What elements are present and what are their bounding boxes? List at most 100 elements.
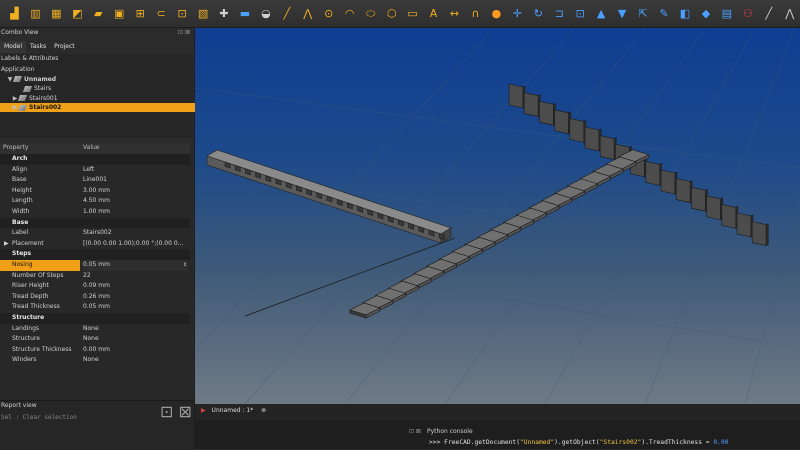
equipment-icon[interactable]: ▧	[198, 7, 209, 21]
trim-icon[interactable]: ⊡	[575, 7, 586, 21]
rebar-icon[interactable]: ▰	[93, 7, 104, 21]
layer-icon[interactable]: ◆	[700, 7, 711, 21]
property-value[interactable]: 22	[83, 271, 188, 282]
polygon-icon[interactable]: ⬡	[386, 7, 397, 21]
upgrade-icon[interactable]: ▲	[596, 7, 607, 21]
property-value[interactable]: 0.09 mm	[83, 281, 188, 292]
stairs-model[interactable]	[206, 149, 452, 244]
tree-item[interactable]: Application	[0, 65, 194, 74]
stairs-icon[interactable]: ◩	[72, 7, 83, 21]
stairs001-model[interactable]	[508, 83, 769, 247]
property-row[interactable]: Landings None	[0, 324, 190, 335]
arc-icon[interactable]: ◠	[344, 7, 355, 21]
circle-icon[interactable]: ⊙	[323, 7, 334, 21]
property-row[interactable]: Length 4.50 mm	[0, 196, 190, 207]
point-icon[interactable]: ●	[491, 7, 502, 21]
pipe-icon[interactable]: ⊂	[156, 7, 167, 21]
move-icon[interactable]: ✛	[512, 7, 523, 21]
bspline-icon[interactable]: ∩	[470, 7, 481, 21]
rectangle-icon[interactable]: ▭	[407, 7, 418, 21]
property-row[interactable]: Align Left	[0, 165, 190, 176]
structure-icon[interactable]: ▥	[30, 7, 41, 21]
property-row[interactable]: Riser Height 0.09 mm	[0, 281, 190, 292]
scale-icon[interactable]: ⇱	[638, 7, 649, 21]
property-row[interactable]: Number Of Steps 22	[0, 271, 190, 282]
ellipse-icon[interactable]: ⬭	[365, 7, 376, 21]
property-group: Base	[0, 217, 190, 229]
edit-icon[interactable]: ✎	[659, 7, 670, 21]
grid-icon[interactable]: ⊞	[135, 7, 146, 21]
remove-icon[interactable]: ▬	[239, 7, 250, 21]
property-value[interactable]: 3.00 mm	[83, 186, 188, 197]
property-row[interactable]: Label Stairs002	[0, 228, 190, 239]
property-value[interactable]: None	[83, 334, 188, 345]
report-close-buttons[interactable]: ⊡ ⊠	[160, 402, 192, 421]
tab-project[interactable]: Project	[50, 41, 79, 53]
model-tree: Labels & Attributes Application ▼ Unnamed S…	[0, 54, 204, 138]
add-icon[interactable]: ✚	[219, 7, 230, 21]
property-value[interactable]: 4.50 mm	[83, 196, 188, 207]
survey-icon[interactable]: ◒	[260, 7, 271, 21]
property-value[interactable]: None	[83, 324, 188, 335]
offset-icon[interactable]: ⊐	[554, 7, 565, 21]
tab-tasks[interactable]: Tasks	[26, 41, 50, 53]
property-row[interactable]: Structure None	[0, 334, 190, 345]
line-icon[interactable]: ╱	[281, 7, 292, 21]
property-value[interactable]: Line001	[83, 175, 188, 186]
property-editor: Property Value Arch Align Left Base Line001 Hei…	[0, 143, 193, 428]
tab-unnamed[interactable]: ▶ Unnamed : 1* ⊗	[201, 407, 266, 414]
console-close-buttons[interactable]: ⊡ ⊠	[409, 428, 421, 435]
panel-icon[interactable]: ▣	[114, 7, 125, 21]
panel-float-close-buttons[interactable]: ⊡ ⊠	[178, 29, 190, 36]
tree-item-label: Stairs002	[29, 104, 62, 112]
tree-item-label: Stairs001	[29, 94, 58, 102]
wireframe-icon[interactable]: ◧	[680, 7, 691, 21]
property-row[interactable]: Tread Thickness 0.05 mm	[0, 302, 190, 313]
property-value[interactable]: 0.05 mm	[83, 302, 188, 313]
3d-viewport[interactable]	[195, 28, 800, 404]
python-console[interactable]: ⊡ ⊠ Python console >>> FreeCAD.getDocume…	[195, 420, 800, 449]
tree-item-label: Stairs	[34, 85, 52, 93]
property-row[interactable]: ▶ Placement [(0.00 0.00 1.00);0.00 °;(0.00…	[0, 239, 190, 250]
tree-item[interactable]: Stairs	[0, 84, 209, 93]
clone-icon[interactable]: ▤	[721, 7, 732, 21]
property-row[interactable]: Height 3.00 mm	[0, 186, 190, 197]
stairs-icon	[22, 85, 33, 92]
wire-icon[interactable]: ⋀	[302, 7, 313, 21]
property-value[interactable]: 0.05 mm	[83, 260, 188, 271]
tree-item[interactable]: ▶ Stairs001	[0, 94, 204, 103]
window-icon[interactable]: ▦	[51, 7, 62, 21]
spin-arrows-icon[interactable]: ⇕	[183, 260, 187, 271]
tree-item[interactable]: ▼ Unnamed	[0, 75, 199, 84]
property-value[interactable]: Stairs002	[83, 228, 188, 239]
property-value[interactable]: [(0.00 0.00 1.00);0.00 °;(0.00 0...	[83, 239, 188, 250]
property-row[interactable]: Nosing 0.05 mm ⇕	[0, 260, 190, 271]
downgrade-icon[interactable]: ▼	[617, 7, 628, 21]
property-value[interactable]: 0.00 mm	[83, 345, 188, 356]
property-row[interactable]: Width 1.00 mm	[0, 207, 190, 218]
rotate-icon[interactable]: ↻	[533, 7, 544, 21]
property-value[interactable]: Left	[83, 165, 188, 176]
stairs002-model[interactable]	[349, 149, 650, 319]
zigzag-icon[interactable]: ⋀	[784, 7, 795, 21]
property-row[interactable]: Winders None	[0, 355, 190, 366]
text-icon[interactable]: A	[428, 7, 439, 21]
property-value[interactable]: 0.26 mm	[83, 292, 188, 303]
snap-icon[interactable]: ⚇	[742, 7, 753, 21]
property-row[interactable]: Structure Thickness 0.00 mm	[0, 345, 190, 356]
console-command-line[interactable]: >>> FreeCAD.getDocument("Unnamed").getOb…	[429, 439, 729, 446]
property-name: Structure	[12, 314, 45, 321]
tree-item[interactable]: ▶ Stairs002	[0, 103, 204, 113]
tab-model[interactable]: Model	[0, 41, 27, 53]
property-row[interactable]: Tread Depth 0.26 mm	[0, 292, 190, 303]
dimension-icon[interactable]: ↔	[449, 7, 460, 21]
property-value[interactable]: 1.00 mm	[83, 207, 188, 218]
property-value[interactable]: None	[83, 355, 188, 366]
frame-icon[interactable]: ⊡	[177, 7, 188, 21]
slope-icon[interactable]: ╱	[763, 7, 774, 21]
wall-icon[interactable]: ▟	[9, 7, 20, 21]
property-row[interactable]: Base Line001	[0, 175, 190, 186]
close-tab-icon[interactable]: ⊗	[261, 407, 266, 414]
expand-arrow-icon[interactable]: ▶	[4, 239, 9, 250]
property-name: Structure Thickness	[12, 345, 72, 353]
